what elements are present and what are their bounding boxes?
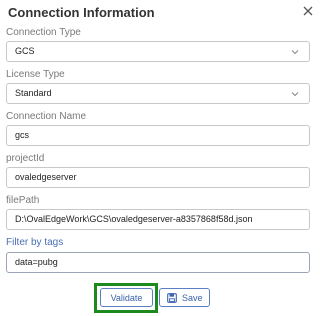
file-path-field[interactable]: D:\OvalEdgeWork\GCS\ovaledgeserver-a8357…: [6, 209, 310, 230]
chevron-down-icon: [291, 92, 299, 97]
license-type-select[interactable]: Standard: [6, 83, 310, 104]
connection-name-field[interactable]: gcs: [6, 125, 310, 146]
validate-button[interactable]: Validate: [100, 288, 153, 307]
chevron-down-icon: [291, 50, 299, 55]
validate-button-label: Validate: [110, 293, 143, 303]
file-path-value: D:\OvalEdgeWork\GCS\ovaledgeserver-a8357…: [15, 214, 253, 224]
filter-by-tags-value: data=pubg: [15, 257, 58, 267]
connection-type-value: GCS: [15, 46, 35, 56]
filter-by-tags-value-misspelled: pubg: [37, 257, 58, 267]
close-icon[interactable]: [303, 6, 313, 16]
save-button-label: Save: [182, 293, 203, 303]
filter-by-tags-field[interactable]: data=pubg: [6, 252, 310, 273]
connection-type-label: Connection Type: [6, 27, 81, 38]
save-button[interactable]: Save: [159, 288, 210, 307]
connection-type-select[interactable]: GCS: [6, 41, 310, 62]
license-type-value: Standard: [15, 88, 52, 98]
filter-by-tags-label: Filter by tags: [6, 237, 64, 248]
project-id-value: ovaledgeserver: [15, 172, 77, 182]
file-path-label: filePath: [6, 195, 40, 206]
dialog-header: Connection Information: [0, 0, 317, 26]
filter-by-tags-value-prefix: data=: [15, 257, 38, 267]
license-type-label: License Type: [6, 69, 65, 80]
save-icon: [167, 293, 177, 303]
dialog-title: Connection Information: [8, 5, 155, 20]
project-id-field[interactable]: ovaledgeserver: [6, 167, 310, 188]
connection-name-label: Connection Name: [6, 111, 87, 122]
project-id-label: projectId: [6, 153, 45, 164]
connection-name-value: gcs: [15, 130, 30, 140]
